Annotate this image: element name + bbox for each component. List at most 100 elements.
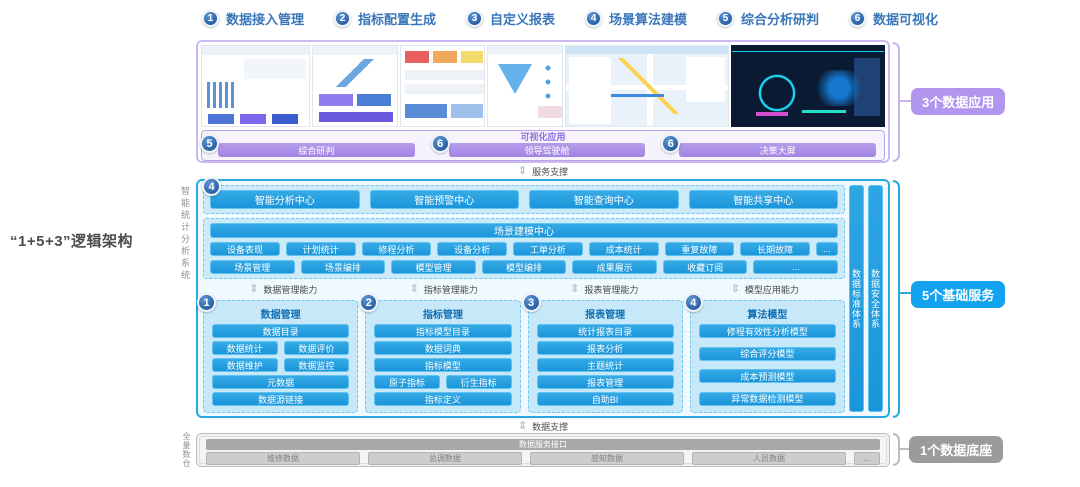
capability-label: 数据管理能力 — [263, 285, 318, 295]
updown-arrow-icon — [518, 166, 527, 177]
number-badge-icon: 1 — [197, 293, 216, 312]
feature-nav: 1 数据接入管理 2 指标配置生成 3 自定义报表 4 场景算法建模 5 综合分… — [120, 6, 1020, 30]
group-item: 自助BI — [536, 392, 674, 406]
app-comprehensive-judgment: 5 综合研判 — [200, 134, 415, 157]
scene-item: 成本统计 — [588, 242, 659, 256]
center-warning: 智能预警中心 — [369, 190, 519, 209]
group-title: 算法模型 — [747, 310, 788, 321]
group-report-management: 3 报表管理 统计报表目录 报表分析 主题统计 报表管理 自助BI — [521, 293, 683, 413]
visualization-apps-title: 可视化应用 — [520, 132, 566, 142]
scene-modeling-center-title: 场景建模中心 — [210, 223, 838, 238]
group-indicator-management: 2 指标管理 指标模型目录 数据词典 指标模型 原子指标 衍生指标 指标定义 — [359, 293, 521, 413]
scene-row-2: 场景管理 场景编排 模型管理 模型编排 成果展示 收藏订阅 ... — [210, 260, 839, 274]
center-analysis: 智能分析中心 — [210, 190, 360, 209]
updown-arrow-icon — [410, 284, 419, 295]
group-item: 数据评价 — [283, 341, 350, 355]
number-badge-icon: 3 — [465, 9, 483, 27]
visualization-apps-box: 可视化应用 5 综合研判 6 领导驾驶舱 6 决策大屏 — [200, 130, 885, 161]
scene-item: 工单分析 — [513, 242, 583, 256]
number-badge-icon: 4 — [585, 9, 602, 27]
pillar-data-security-system: 数据安全体系 — [868, 185, 883, 412]
number-badge-icon: 2 — [333, 9, 351, 27]
group-item: 指标模型目录 — [374, 324, 512, 338]
dark-bigscreen-dashboard-thumbnail — [730, 45, 885, 127]
group-item: 数据统计 — [212, 341, 278, 355]
data-source-item: 感知数据 — [530, 452, 684, 465]
number-badge-icon: 6 — [430, 134, 450, 153]
group-item: 原子指标 — [374, 375, 440, 389]
group-item: 衍生指标 — [445, 375, 512, 389]
nav-label: 自定义报表 — [489, 11, 555, 27]
badge-3-data-applications: 3个数据应用 — [911, 88, 1006, 115]
warehouse-vertical-label: 全量数仓 — [182, 432, 191, 468]
app-bar-label: 决策大屏 — [679, 143, 877, 157]
number-badge-icon: 1 — [201, 9, 219, 27]
services-brace-tick — [900, 292, 911, 294]
number-badge-icon: 6 — [849, 9, 867, 27]
pillar-data-standard-system: 数据标准体系 — [849, 185, 864, 412]
diagram-title: “1+5+3”逻辑架构 — [10, 233, 134, 250]
capability-data-management: 数据管理能力 — [203, 283, 364, 296]
center-sharing: 智能共享中心 — [688, 190, 838, 209]
group-item: 数据维护 — [212, 358, 278, 372]
nav-item-custom-report: 3 自定义报表 — [465, 9, 555, 28]
group-item: 异常数据检测模型 — [698, 391, 836, 406]
group-item: 综合评分模型 — [698, 346, 836, 361]
data-source-item-more: ... — [854, 452, 880, 465]
gis-map-dashboard-thumbnail — [564, 45, 729, 127]
divider-label: 数据支撑 — [532, 421, 569, 432]
services-brace — [893, 180, 900, 418]
group-item: 报表管理 — [536, 375, 674, 389]
group-item: 统计报表目录 — [536, 324, 674, 338]
group-item: 元数据 — [212, 375, 350, 389]
nav-label: 综合分析研判 — [741, 11, 820, 27]
data-service-interface-bar: 数据服务接口 — [206, 439, 880, 450]
nav-label: 指标配置生成 — [357, 11, 436, 27]
intelligent-centers-panel: 智能分析中心 智能预警中心 智能查询中心 智能共享中心 — [203, 185, 845, 214]
capability-report-management: 报表管理能力 — [524, 283, 685, 296]
group-item: 报表分析 — [536, 341, 674, 355]
capability-indicator-management: 指标管理能力 — [364, 283, 525, 296]
group-data-management: 1 数据管理 数据目录 数据统计 数据评价 数据维护 数据监控 元数据 数据源链… — [197, 293, 359, 413]
nav-label: 数据接入管理 — [225, 11, 304, 27]
bi-analytics-dashboard-thumbnail — [201, 45, 311, 127]
base-services-layer: 4 智能分析中心 智能预警中心 智能查询中心 智能共享中心 场景建模中心 设备表… — [196, 177, 890, 418]
group-item: 成本预测模型 — [698, 369, 836, 384]
data-application-layer: 可视化应用 5 综合研判 6 领导驾驶舱 6 决策大屏 — [196, 40, 890, 163]
apps-brace-tick — [900, 100, 911, 102]
scene-item: 模型管理 — [391, 260, 476, 274]
scene-modeling-panel: 场景建模中心 设备表现 计划统计 修程分析 设备分析 工单分析 成本统计 重复故… — [203, 218, 845, 279]
apps-brace — [893, 42, 900, 162]
scene-item: 计划统计 — [285, 242, 356, 256]
scene-item-more: ... — [753, 260, 839, 274]
service-support-divider: 服务支撑 — [196, 164, 890, 178]
app-bar-label: 领导驾驶舱 — [448, 143, 646, 157]
updown-arrow-icon — [249, 284, 258, 295]
divider-label: 服务支撑 — [532, 166, 569, 177]
app-leader-cockpit: 6 领导驾驶舱 — [430, 134, 646, 157]
data-base-layer: 数据服务接口 维修数据 总调数据 感知数据 人员数据 ... — [196, 433, 890, 467]
scene-item: 设备分析 — [437, 242, 507, 256]
dashboard-screenshots-strip — [201, 45, 885, 127]
scene-item: 长期故障 — [740, 242, 810, 256]
data-source-item: 总调数据 — [368, 452, 522, 465]
scene-item: 场景编排 — [300, 260, 386, 274]
capability-row: 数据管理能力 指标管理能力 报表管理能力 模型应用能力 — [203, 283, 845, 296]
report-cards-dashboard-thumbnail — [399, 45, 486, 127]
number-badge-icon: 5 — [717, 9, 735, 27]
badge-5-base-services: 5个基础服务 — [911, 281, 1006, 308]
system-vertical-label: 智能统计分析系统 — [180, 186, 190, 282]
funnel-dashboard-thumbnail — [487, 45, 563, 127]
data-sources-row: 维修数据 总调数据 感知数据 人员数据 ... — [206, 452, 880, 465]
scene-item: 场景管理 — [210, 260, 295, 274]
group-item: 数据目录 — [212, 324, 350, 338]
architecture-diagram: 1 数据接入管理 2 指标配置生成 3 自定义报表 4 场景算法建模 5 综合分… — [0, 0, 1080, 487]
group-item: 指标模型 — [374, 358, 512, 372]
group-item: 数据词典 — [374, 341, 512, 355]
scene-item: 修程分析 — [361, 242, 432, 256]
capability-label: 指标管理能力 — [423, 285, 478, 295]
scene-item-more: ... — [816, 242, 838, 256]
group-item: 修程有效性分析模型 — [698, 324, 836, 338]
scene-item: 模型编排 — [481, 260, 567, 274]
group-item: 数据源链接 — [212, 392, 350, 406]
